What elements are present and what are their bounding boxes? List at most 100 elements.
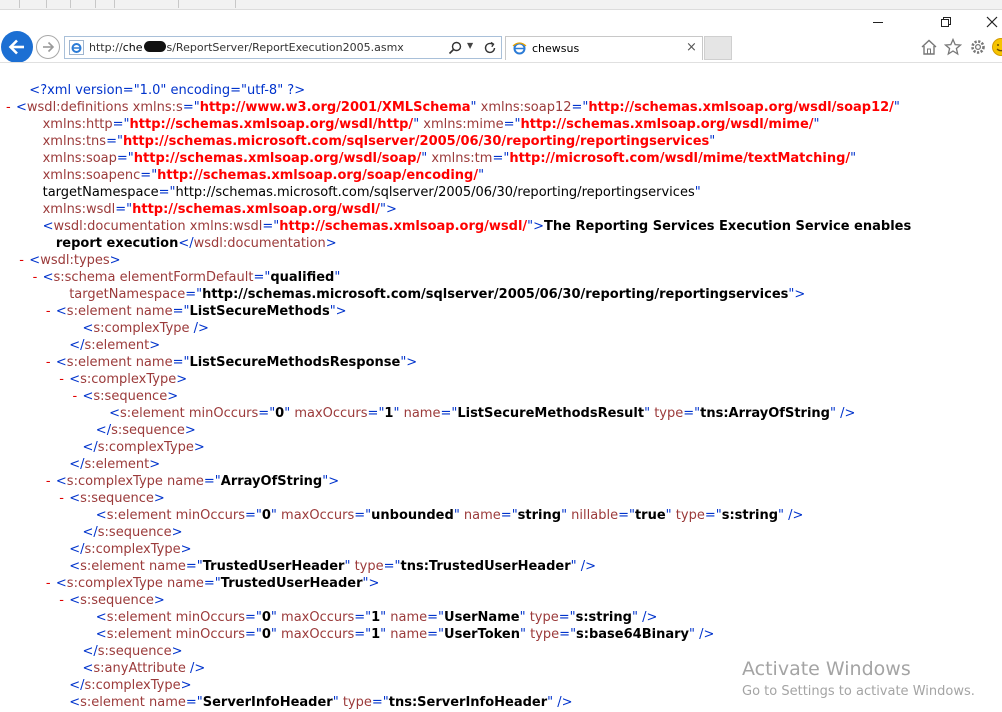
xml-token: "> (330, 304, 347, 319)
xml-token: =" (117, 151, 134, 166)
xml-line: -<s:sequence> (59, 490, 165, 507)
xml-token: > (176, 372, 187, 387)
chevron-down-icon[interactable]: ▼ (467, 41, 473, 50)
xml-line: -<s:complexType name="ArrayOfString"> (46, 473, 339, 490)
tab-close-icon[interactable]: × (686, 40, 697, 55)
xml-token: </ (178, 236, 193, 251)
xml-token: =" (354, 610, 371, 625)
home-icon[interactable] (919, 37, 939, 57)
xml-token: xmlns:soap (43, 151, 117, 166)
xml-token: ListSecureMethods (189, 304, 329, 319)
xml-token: < (16, 100, 27, 115)
xml-token: = (572, 100, 583, 115)
browser-tab[interactable]: chewsus × (505, 36, 703, 60)
xml-line: -<s:sequence> (73, 388, 179, 405)
xml-token: > (181, 678, 192, 693)
xml-token: < (69, 559, 80, 574)
xml-token: > (172, 525, 183, 540)
xml-line: <s:element minOccurs="0" maxOccurs="1" n… (109, 405, 855, 422)
collapse-toggle[interactable]: - (73, 388, 83, 405)
xml-token: =" (159, 185, 176, 200)
xml-token: maxOccurs (290, 406, 367, 421)
address-url: http://ches/ReportServer/ReportExecution… (89, 41, 404, 54)
xml-token: =" (705, 508, 722, 523)
gear-icon[interactable] (968, 37, 988, 57)
xml-token: xmlns:tns (43, 134, 106, 149)
xml-token: </ (69, 457, 84, 472)
xml-token: " /> (632, 610, 657, 625)
collapse-toggle[interactable]: - (46, 354, 56, 371)
xml-line: </s:complexType> (69, 677, 191, 694)
restore-button[interactable] (926, 10, 966, 34)
xml-token: xmlns:s (129, 100, 183, 115)
xml-token: 0 (275, 406, 284, 421)
forward-button[interactable] (36, 35, 60, 59)
xml-token: " (814, 117, 820, 132)
xml-token: " (695, 185, 701, 200)
collapse-toggle[interactable]: - (19, 252, 29, 269)
xml-token: s:element (67, 355, 132, 370)
xml-line: xmlns:soapenc="http://schemas.xmlsoap.or… (43, 167, 485, 184)
xml-token: =" (173, 355, 190, 370)
xml-token: " /> (778, 508, 803, 523)
xml-token: < (69, 695, 80, 710)
xml-token: < (56, 355, 67, 370)
xml-token: "> (322, 474, 339, 489)
refresh-icon[interactable] (483, 40, 497, 59)
xml-token: http://schemas.xmlsoap.org/wsdl/mime/ (520, 117, 813, 132)
search-icon[interactable] (448, 40, 462, 59)
xml-token: "> (400, 355, 417, 370)
xml-token: =" (492, 151, 509, 166)
xml-token: > (181, 542, 192, 557)
collapse-toggle[interactable]: - (59, 490, 69, 507)
address-bar[interactable]: http://ches/ReportServer/ReportExecution… (64, 36, 502, 59)
xml-token: =" (253, 270, 270, 285)
xml-line: </s:element> (69, 337, 160, 354)
redacted-mark (144, 41, 166, 52)
xml-token: =" (372, 695, 389, 710)
xml-token: =" (559, 627, 576, 642)
collapse-toggle[interactable]: - (6, 99, 16, 116)
xml-token: minOccurs (171, 627, 245, 642)
xml-token: > (154, 491, 165, 506)
watermark-title: Activate Windows (742, 658, 975, 680)
collapse-toggle[interactable]: - (59, 371, 69, 388)
star-icon[interactable] (943, 37, 963, 57)
back-button[interactable] (1, 31, 33, 63)
xml-token: http://schemas.microsoft.com/sqlserver/2… (176, 185, 695, 200)
close-window-button[interactable] (972, 10, 1002, 34)
minimize-button[interactable] (858, 10, 898, 34)
xml-token: wsdl:documentation (54, 219, 186, 234)
xml-token: =" (204, 576, 221, 591)
xml-line: xmlns:wsdl="http://schemas.xmlsoap.org/w… (43, 201, 397, 218)
xml-token: " (894, 100, 900, 115)
xml-token: =" (113, 117, 130, 132)
xml-token: tns:ServerInfoHeader (389, 695, 547, 710)
xml-token: s:element (107, 508, 172, 523)
ie-page-icon (512, 41, 527, 60)
xml-token: http://schemas.xmlsoap.org/wsdl/soap12/ (588, 100, 894, 115)
xml-token: s:sequence (93, 389, 167, 404)
smiley-icon[interactable] (991, 37, 1002, 57)
xml-token: s:sequence (111, 423, 185, 438)
xml-token: qualified (270, 270, 334, 285)
xml-token: > (110, 253, 121, 268)
new-tab-button[interactable] (704, 36, 732, 60)
xml-line: -<wsdl:definitions xmlns:s="http://www.w… (6, 99, 900, 116)
collapse-toggle[interactable]: - (33, 269, 43, 286)
xml-line: xmlns:http="http://schemas.xmlsoap.org/w… (43, 116, 820, 133)
collapse-toggle[interactable]: - (46, 473, 56, 490)
close-icon (986, 16, 998, 28)
xml-token: http://schemas.microsoft.com/sqlserver/2… (123, 134, 709, 149)
collapse-toggle[interactable]: - (59, 592, 69, 609)
xml-token: type (672, 508, 705, 523)
collapse-toggle[interactable]: - (46, 575, 56, 592)
xml-token: nillable (567, 508, 618, 523)
xml-line: <?xml version="1.0" encoding="utf-8" ?> (29, 82, 305, 99)
xml-token: =" (427, 610, 444, 625)
xml-token: s:sequence (98, 525, 172, 540)
xml-token: 1 (371, 627, 380, 642)
collapse-toggle[interactable]: - (46, 303, 56, 320)
xml-token: s:complexType (80, 372, 176, 387)
xml-token: UserName (444, 610, 520, 625)
